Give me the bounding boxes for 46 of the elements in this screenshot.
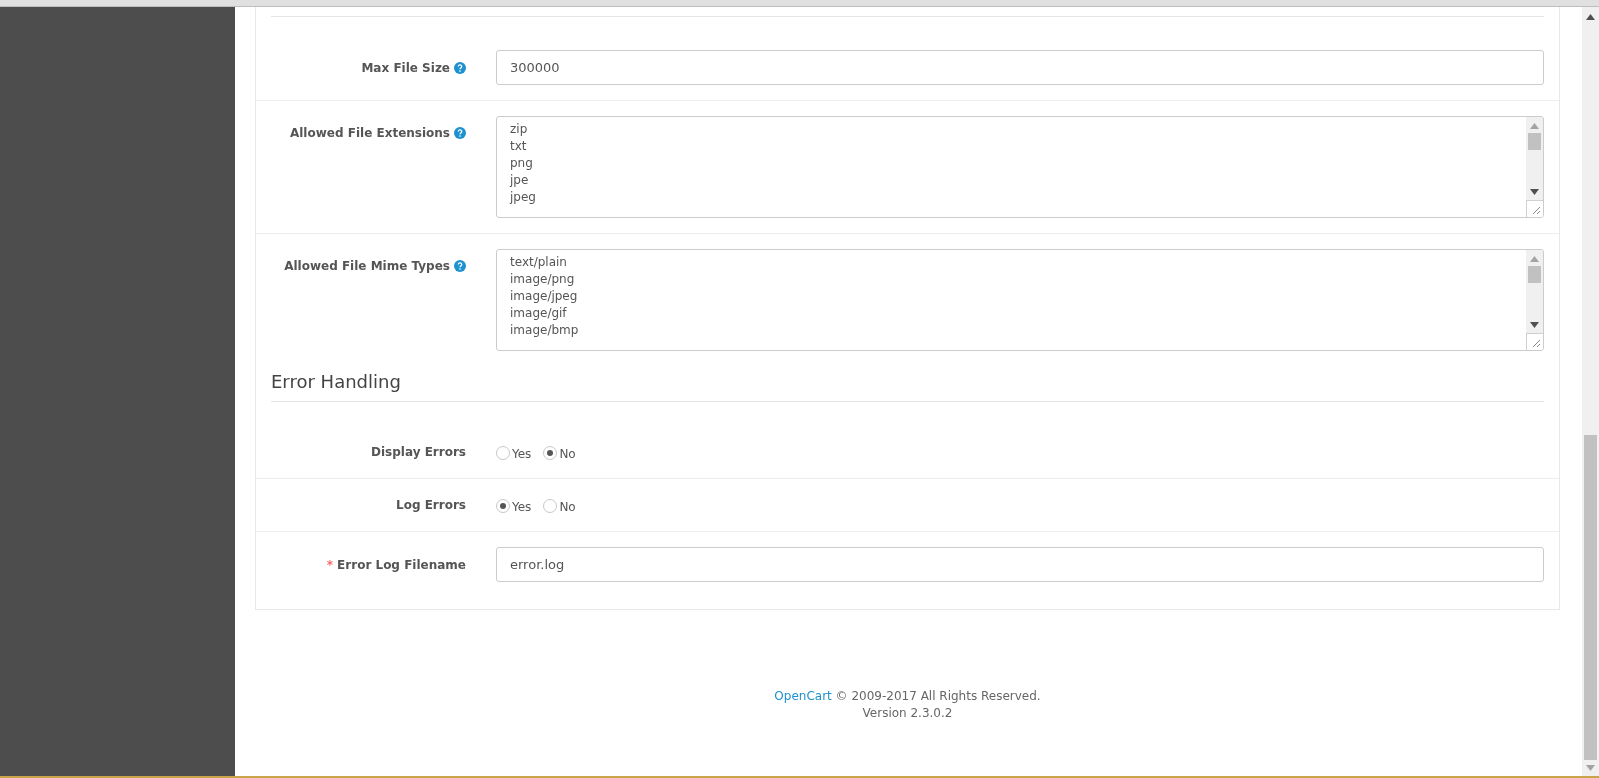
textarea-line: image/jpeg [510, 288, 578, 305]
radio-label: Yes [512, 446, 532, 463]
radio-button[interactable] [543, 446, 558, 460]
required-mark: * [326, 556, 334, 574]
opencart-link[interactable]: OpenCart [774, 689, 832, 703]
textarea-field[interactable]: text/plain image/png image/jpeg image/gif image/bmp [496, 249, 1544, 351]
textarea-line: text/plain [510, 254, 567, 271]
scroll-thumb[interactable] [1528, 133, 1541, 150]
field-label: Max File Size [361, 59, 450, 77]
field-label: Log Errors [396, 497, 466, 514]
scroll-up-icon[interactable] [1586, 14, 1595, 20]
radio-label: Yes [512, 499, 532, 516]
field-label: Allowed File Extensions [289, 125, 450, 142]
page-scrollbar[interactable] [1582, 7, 1599, 776]
copyright-text: OpenCart © 2009-2017 All Rights Reserved. [774, 688, 1041, 705]
radio-button[interactable] [543, 499, 558, 513]
textarea-line: png [510, 155, 533, 172]
text-field[interactable]: 300000 [496, 50, 1544, 85]
help-icon [454, 127, 466, 139]
field-label: Display Errors [371, 444, 466, 461]
field-label: Error Log Filename [337, 556, 466, 574]
radio-button[interactable] [496, 446, 510, 460]
textarea-line: image/png [510, 271, 575, 288]
help-icon [454, 260, 466, 272]
resize-grip-icon[interactable] [1531, 205, 1541, 215]
text-field[interactable]: error.log [496, 547, 1544, 582]
radio-label: No [559, 446, 576, 463]
textarea-line: jpe [510, 172, 529, 189]
textarea-line: image/gif [510, 305, 567, 322]
textarea-scrollbar[interactable] [1526, 250, 1543, 350]
help-icon [454, 61, 466, 74]
textarea-line: image/bmp [510, 322, 579, 339]
textarea-field[interactable]: zip txt png jpe jpeg [496, 116, 1544, 218]
textarea-line: zip [510, 121, 528, 138]
scroll-down-icon[interactable] [1530, 189, 1539, 195]
version-text: Version 2.3.0.2 [862, 705, 953, 722]
textarea-scrollbar[interactable] [1526, 117, 1543, 217]
radio-label: No [559, 499, 576, 516]
radio-button[interactable] [496, 499, 510, 513]
section-heading: Error Handling [271, 370, 402, 394]
scroll-down-icon[interactable] [1530, 322, 1539, 328]
textarea-line: jpeg [510, 189, 536, 206]
textarea-line: txt [510, 138, 527, 155]
scroll-thumb[interactable] [1528, 266, 1541, 283]
field-label: Allowed File Mime Types [284, 258, 450, 275]
resize-grip-icon[interactable] [1531, 338, 1541, 348]
